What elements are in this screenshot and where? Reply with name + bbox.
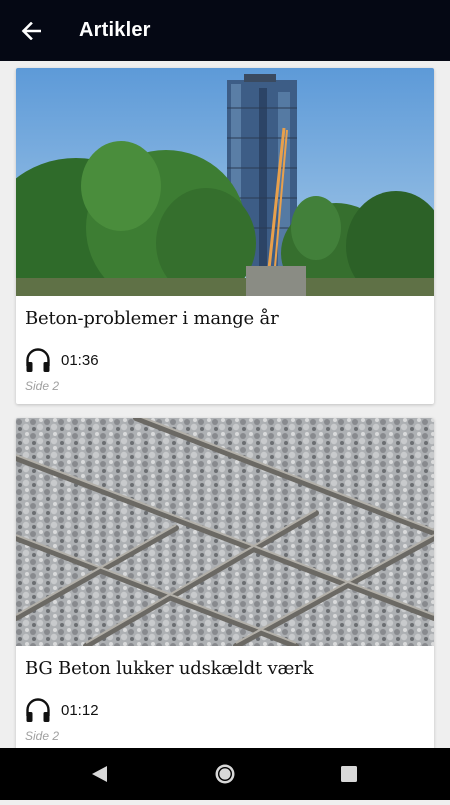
nav-back-button[interactable] — [70, 748, 130, 800]
audio-meta: 01:36 — [25, 347, 99, 373]
page-reference: Side 2 — [25, 729, 60, 743]
nav-recents-button[interactable] — [319, 748, 379, 800]
back-button[interactable] — [0, 0, 62, 61]
article-title: Beton-problemer i mange år — [25, 308, 279, 329]
headphones-icon — [26, 698, 50, 722]
arrow-left-icon — [21, 21, 41, 40]
audio-duration: 01:36 — [61, 351, 99, 369]
headphones-icon — [26, 348, 50, 372]
audio-duration: 01:12 — [61, 701, 99, 719]
nav-home-button[interactable] — [195, 748, 255, 800]
article-card[interactable]: BG Beton lukker udskældt værk 01:12 Side… — [16, 418, 434, 748]
audio-meta: 01:12 — [25, 697, 99, 723]
article-image — [16, 68, 434, 296]
article-card[interactable]: Beton-problemer i mange år 01:36 Side 2 — [16, 68, 434, 404]
circle-home-icon — [215, 764, 235, 784]
article-title: BG Beton lukker udskældt værk — [25, 658, 314, 679]
page-reference: Side 2 — [25, 379, 60, 393]
square-recents-icon — [341, 766, 357, 782]
article-list[interactable]: Beton-problemer i mange år 01:36 Side 2 — [0, 61, 450, 748]
app-bar: Artikler — [0, 0, 450, 61]
article-image — [16, 418, 434, 646]
page-title: Artikler — [79, 19, 151, 41]
triangle-back-icon — [92, 766, 107, 782]
system-nav-bar — [0, 748, 450, 800]
